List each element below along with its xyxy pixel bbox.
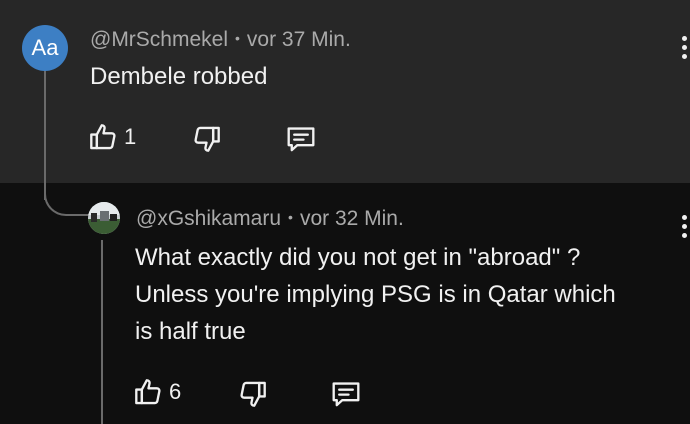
reply-button[interactable] xyxy=(330,379,362,409)
comment-meta: @MrSchmekel • vor 37 Min. xyxy=(90,28,351,52)
thread-connector xyxy=(44,170,92,216)
comment-text: What exactly did you not get in "abroad"… xyxy=(135,239,616,350)
like-button[interactable]: 1 xyxy=(88,121,136,153)
comment-text: Dembele robbed xyxy=(90,63,268,90)
dislike-button[interactable] xyxy=(192,123,222,155)
like-count: 1 xyxy=(124,124,137,149)
reply-comment-icon xyxy=(285,124,317,154)
reply-button[interactable] xyxy=(285,124,317,154)
timestamp: vor 32 Min. xyxy=(299,207,404,230)
avatar[interactable] xyxy=(88,202,120,234)
thumbs-up-icon xyxy=(133,376,163,408)
comment-meta: @xGshikamaru • vor 32 Min. xyxy=(136,207,404,231)
more-options-button[interactable] xyxy=(682,215,690,241)
comment-text-line: What exactly did you not get in "abroad"… xyxy=(135,244,581,271)
separator-dot: • xyxy=(288,209,293,225)
like-button[interactable]: 6 xyxy=(133,376,181,408)
more-vertical-icon xyxy=(682,215,690,238)
dislike-button[interactable] xyxy=(238,378,268,410)
thumbs-down-icon xyxy=(192,123,222,155)
author-name[interactable]: @MrSchmekel xyxy=(90,28,228,51)
avatar[interactable]: Aa xyxy=(22,25,68,71)
like-count: 6 xyxy=(169,379,182,404)
timestamp: vor 37 Min. xyxy=(246,28,351,51)
author-name[interactable]: @xGshikamaru xyxy=(136,207,281,230)
comment-text-line: Unless you're implying PSG is in Qatar w… xyxy=(135,281,616,308)
thumbs-up-icon xyxy=(88,121,118,153)
more-vertical-icon xyxy=(682,36,690,59)
more-options-button[interactable] xyxy=(682,36,690,62)
reply-comment-icon xyxy=(330,379,362,409)
reply-thread-line xyxy=(101,240,103,424)
thumbs-down-icon xyxy=(238,378,268,410)
comment-text-line: is half true xyxy=(135,318,246,345)
separator-dot: • xyxy=(235,30,240,46)
